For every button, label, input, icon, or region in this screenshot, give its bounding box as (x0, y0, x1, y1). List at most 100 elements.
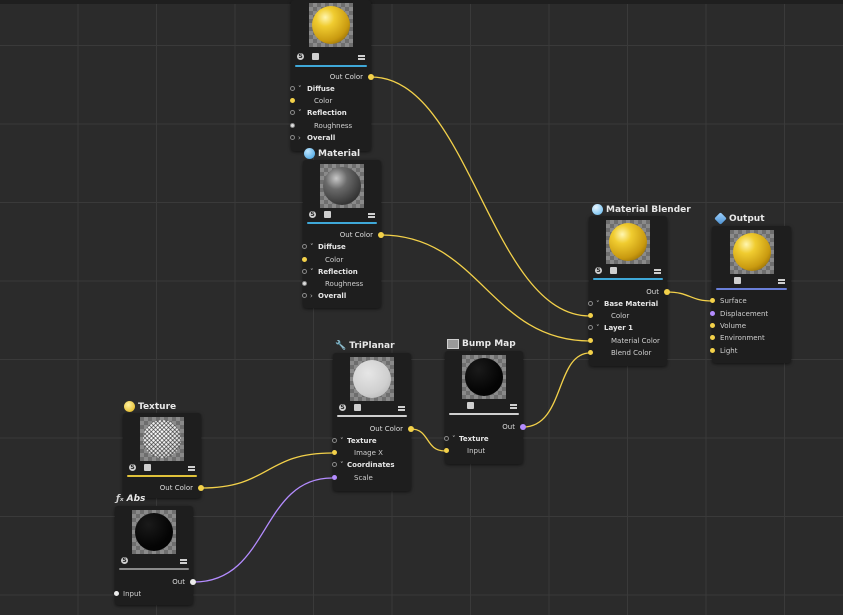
preview-bar (337, 415, 407, 417)
preview-bar (593, 278, 663, 280)
diffuse-port[interactable] (302, 244, 307, 249)
menu-icon[interactable] (654, 269, 661, 274)
menu-icon[interactable] (368, 213, 375, 218)
image-icon[interactable] (734, 277, 741, 284)
texture-title[interactable]: Texture (124, 401, 176, 412)
overall-port[interactable] (302, 293, 307, 298)
input-label: Input (467, 447, 486, 455)
texture-node[interactable]: S Out Color (123, 413, 204, 498)
menu-icon[interactable] (398, 406, 405, 411)
color-label: Color (611, 312, 630, 320)
material-node-title[interactable]: Material (304, 148, 360, 159)
light-port[interactable] (710, 348, 715, 353)
out-color-label: Out Color (339, 231, 373, 239)
out-color-port[interactable] (408, 426, 414, 432)
output-title[interactable]: Output (714, 212, 765, 225)
image-icon[interactable] (324, 211, 331, 218)
overall-label: Overall (307, 134, 336, 142)
image-icon[interactable] (144, 464, 151, 471)
chevron-down-icon[interactable]: ˅ (452, 433, 456, 445)
diffuse-port[interactable] (290, 86, 295, 91)
image-icon[interactable] (354, 404, 361, 411)
color-port[interactable] (302, 257, 307, 262)
options-icon[interactable]: S (595, 267, 602, 274)
material-node-top[interactable]: S Out Color ˅ Diffuse Color ˅ Reflection R… (290, 0, 374, 151)
material-blender-title-text: Material Blender (606, 204, 691, 215)
options-icon[interactable]: S (339, 404, 346, 411)
image-x-port[interactable] (332, 450, 337, 455)
base-material-port[interactable] (588, 301, 593, 306)
chevron-down-icon[interactable]: ˅ (298, 107, 302, 119)
out-color-port[interactable] (368, 74, 374, 80)
reflection-port[interactable] (290, 110, 295, 115)
output-port-row: Out Color (340, 229, 373, 241)
out-port[interactable] (664, 289, 670, 295)
options-icon[interactable]: S (297, 53, 304, 60)
menu-icon[interactable] (510, 404, 517, 409)
chevron-down-icon[interactable]: ˅ (596, 322, 600, 334)
menu-icon[interactable] (188, 466, 195, 471)
wire-texture-to-triplanar-image (200, 452, 333, 489)
blend-color-port[interactable] (588, 350, 593, 355)
preview-bar (127, 475, 197, 477)
material-node[interactable]: S Out Color ˅ Diffuse Color ˅ Reflection R… (302, 160, 384, 308)
environment-port[interactable] (710, 335, 715, 340)
menu-icon[interactable] (180, 559, 187, 564)
material-color-port[interactable] (588, 338, 593, 343)
material-blender-node[interactable]: S Out ˅ Base Material Color ˅ Layer 1 Mate… (588, 216, 670, 366)
output-title-text: Output (729, 213, 765, 224)
light-label: Light (720, 347, 738, 355)
out-color-port[interactable] (378, 232, 384, 238)
reflection-port[interactable] (302, 269, 307, 274)
color-port[interactable] (290, 98, 295, 103)
out-color-port[interactable] (198, 485, 204, 491)
out-port[interactable] (190, 579, 196, 585)
material-color-label: Material Color (611, 337, 660, 345)
input-port[interactable] (114, 591, 119, 596)
coordinates-port[interactable] (332, 462, 337, 467)
abs-node[interactable]: S Out Input (114, 506, 196, 605)
color-port[interactable] (588, 313, 593, 318)
roughness-port[interactable] (290, 123, 295, 128)
output-port-row: Out (646, 286, 659, 298)
options-icon[interactable]: S (309, 211, 316, 218)
options-icon[interactable]: S (121, 557, 128, 564)
chevron-down-icon[interactable]: ˅ (340, 435, 344, 447)
wire-triplanar-to-bump-input (410, 428, 446, 452)
layer1-port[interactable] (588, 325, 593, 330)
chevron-down-icon[interactable]: ˅ (298, 83, 302, 95)
volume-port[interactable] (710, 323, 715, 328)
triplanar-title[interactable]: 🔧 TriPlanar (335, 341, 395, 351)
menu-icon[interactable] (778, 279, 785, 284)
color-label: Color (314, 97, 333, 105)
texture-port[interactable] (332, 438, 337, 443)
image-icon[interactable] (467, 402, 474, 409)
image-icon[interactable] (312, 53, 319, 60)
preview-bar (716, 288, 787, 290)
preview-bar (119, 568, 189, 570)
texture-port[interactable] (444, 436, 449, 441)
bump-map-title[interactable]: Bump Map (447, 339, 516, 349)
options-icon[interactable]: S (129, 464, 136, 471)
bump-map-node[interactable]: Out ˅ Texture Input (444, 351, 526, 464)
chevron-down-icon[interactable]: ˅ (340, 459, 344, 471)
material-blender-title[interactable]: Material Blender (592, 204, 691, 215)
output-node[interactable]: Surface Displacement Volume Environment … (710, 226, 791, 363)
menu-icon[interactable] (358, 55, 365, 60)
chevron-down-icon[interactable]: ˅ (596, 298, 600, 310)
chevron-down-icon[interactable]: ˅ (310, 266, 314, 278)
image-icon[interactable] (610, 267, 617, 274)
output-layers-icon (714, 212, 727, 225)
chevron-right-icon[interactable]: › (310, 290, 313, 302)
triplanar-node[interactable]: S Out Color ˅ Texture Image X ˅ Coordinate… (332, 353, 414, 491)
abs-title[interactable]: ƒₓ Abs (116, 494, 145, 504)
roughness-port[interactable] (302, 281, 307, 286)
input-port[interactable] (444, 448, 449, 453)
chevron-right-icon[interactable]: › (298, 132, 301, 144)
scale-port[interactable] (332, 475, 337, 480)
displacement-port[interactable] (710, 311, 715, 316)
chevron-down-icon[interactable]: ˅ (310, 241, 314, 253)
surface-port[interactable] (710, 298, 715, 303)
overall-port[interactable] (290, 135, 295, 140)
out-port[interactable] (520, 424, 526, 430)
